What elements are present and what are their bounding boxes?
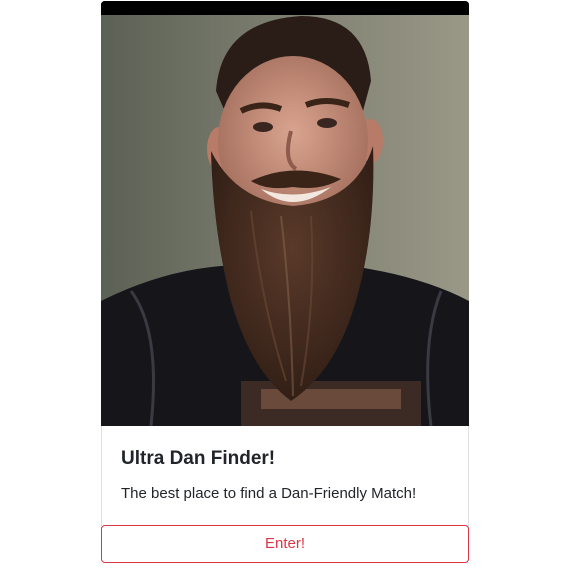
card-body: Ultra Dan Finder! The best place to find… (121, 445, 449, 505)
card-description: The best place to find a Dan-Friendly Ma… (121, 485, 417, 502)
profile-card: Ultra Dan Finder! The best place to find… (101, 1, 469, 563)
profile-photo (101, 1, 469, 426)
card-title: Ultra Dan Finder! (121, 448, 276, 469)
enter-button[interactable]: Enter! (101, 525, 469, 563)
